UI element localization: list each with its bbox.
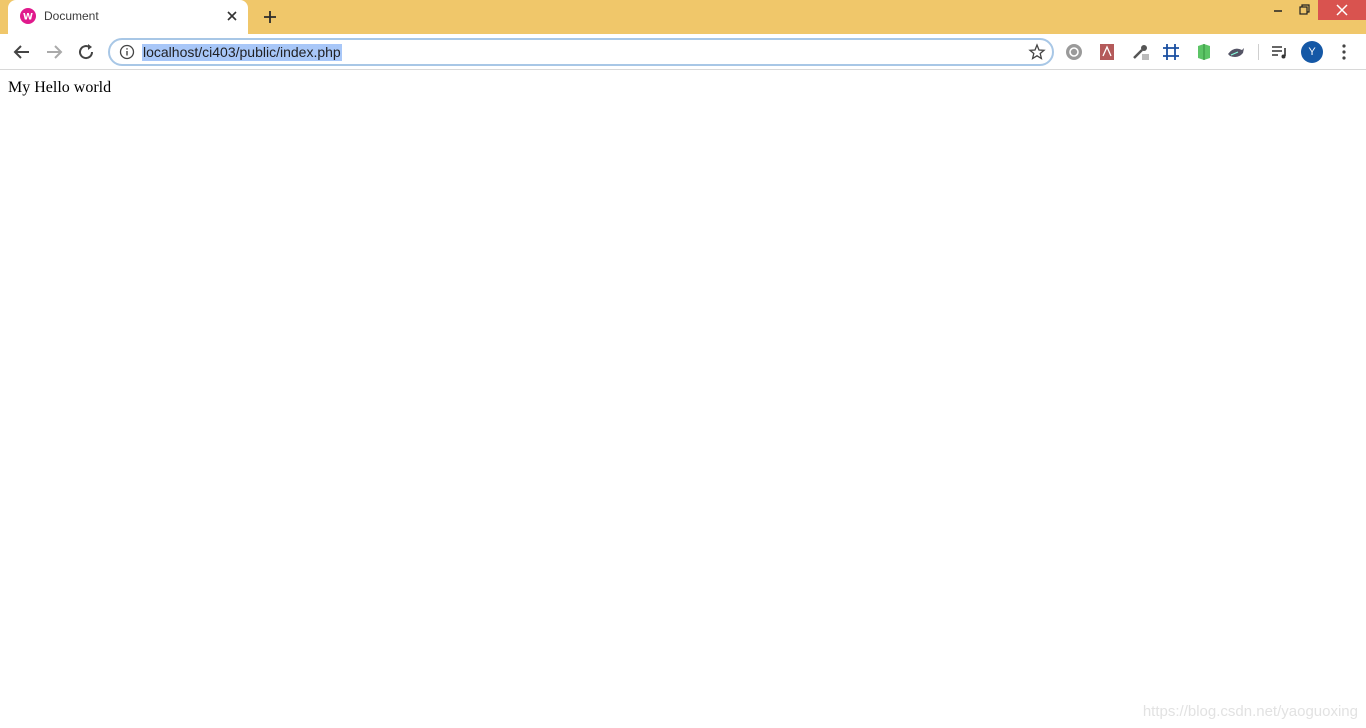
address-bar[interactable]: localhost/ci403/public/index.php [108, 38, 1054, 66]
url-text[interactable]: localhost/ci403/public/index.php [142, 44, 342, 61]
browser-toolbar: localhost/ci403/public/index.php Y [0, 34, 1366, 70]
playlist-icon[interactable] [1269, 42, 1289, 62]
wamp-icon: W [20, 8, 36, 24]
kebab-menu-icon[interactable] [1336, 42, 1352, 62]
restore-icon[interactable] [1290, 0, 1318, 20]
toolbar-divider [1258, 44, 1259, 60]
frame-icon[interactable] [1161, 42, 1181, 62]
info-icon[interactable] [119, 44, 135, 60]
bird-extension-icon[interactable] [1226, 42, 1246, 62]
page-content: My Hello world https://blog.csdn.net/yao… [0, 71, 1366, 728]
svg-text:W: W [23, 13, 33, 23]
tab-document[interactable]: W Document [8, 0, 248, 34]
tab-title: Document [44, 9, 99, 23]
tab-strip: W Document [0, 0, 1366, 34]
new-tab-icon[interactable] [261, 8, 279, 26]
reload-icon[interactable] [74, 40, 98, 64]
watermark: https://blog.csdn.net/yaoguoxing [1142, 703, 1358, 720]
page-text: My Hello world [8, 79, 112, 96]
window-close-icon[interactable] [1318, 0, 1366, 20]
tab-close-icon[interactable] [224, 8, 240, 24]
history-icon[interactable] [1064, 42, 1084, 62]
pdf-icon[interactable] [1097, 42, 1117, 62]
bookmark-star-icon[interactable] [1028, 43, 1046, 61]
minimize-icon[interactable] [1264, 0, 1292, 20]
eyedropper-icon[interactable] [1130, 42, 1150, 62]
forward-icon[interactable] [42, 40, 66, 64]
green-extension-icon[interactable] [1194, 42, 1214, 62]
back-icon[interactable] [10, 40, 34, 64]
profile-avatar[interactable]: Y [1301, 41, 1323, 63]
